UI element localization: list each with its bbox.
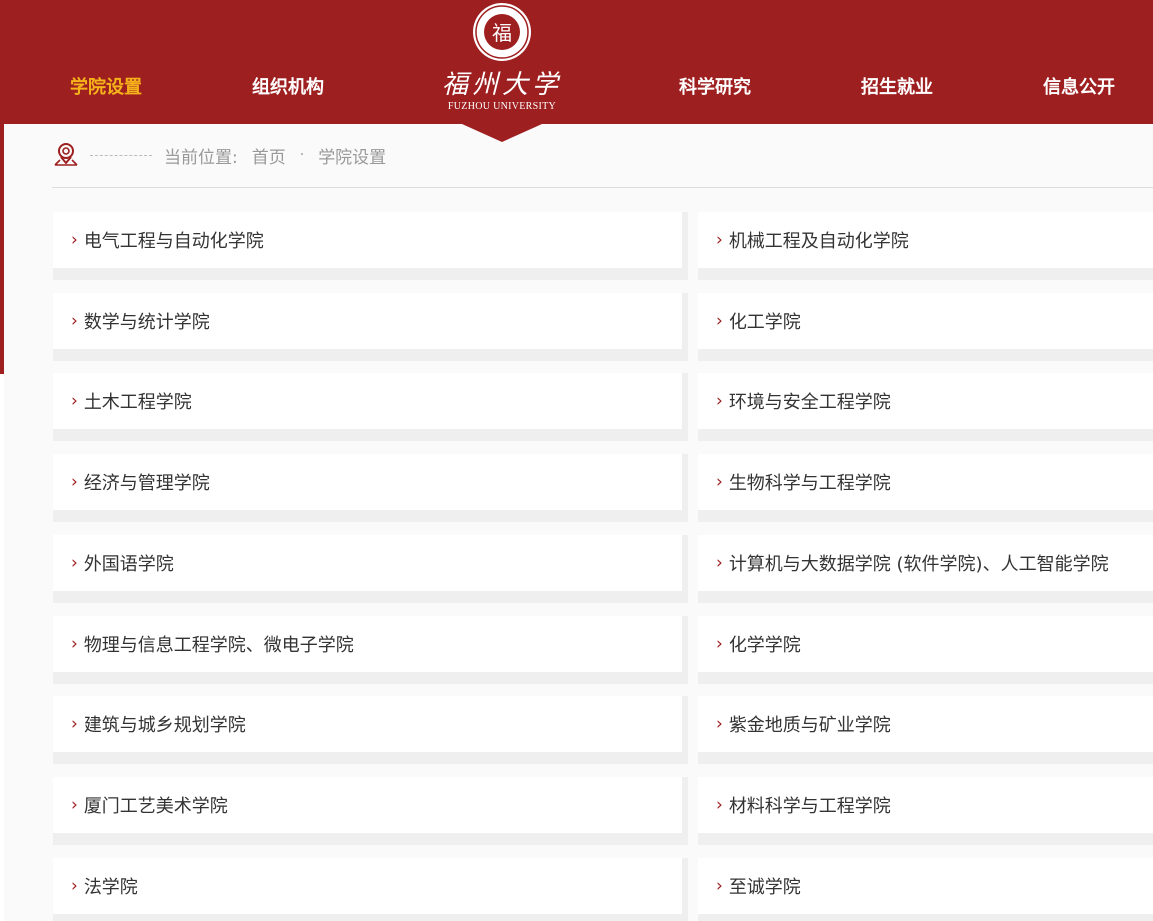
breadcrumb-separator: · [299, 147, 305, 163]
chevron-right-icon: › [716, 634, 723, 654]
college-item[interactable]: › 紫金地质与矿业学院 [698, 696, 1153, 764]
breadcrumb-dash [90, 154, 152, 156]
college-item[interactable]: › 电气工程与自动化学院 [53, 212, 688, 280]
chevron-right-icon: › [716, 230, 723, 250]
nav-item-colleges[interactable]: 学院设置 [70, 73, 142, 99]
chevron-right-icon: › [716, 795, 723, 815]
college-item[interactable]: › 法学院 [53, 858, 688, 921]
college-item[interactable]: › 化学学院 [698, 616, 1153, 684]
college-item[interactable]: › 环境与安全工程学院 [698, 373, 1153, 441]
college-item[interactable]: › 厦门工艺美术学院 [53, 777, 688, 845]
breadcrumb-prefix: 当前位置: [164, 147, 238, 168]
chevron-right-icon: › [71, 311, 78, 331]
chevron-right-icon: › [71, 876, 78, 896]
seal-char: 福 [492, 21, 512, 45]
site-header [0, 0, 1153, 124]
chevron-right-icon: › [71, 714, 78, 734]
chevron-right-icon: › [716, 472, 723, 492]
logo-pointer [462, 124, 542, 142]
location-icon [54, 143, 78, 166]
college-item[interactable]: › 物理与信息工程学院、微电子学院 [53, 616, 688, 684]
chevron-right-icon: › [71, 230, 78, 250]
chevron-right-icon: › [71, 795, 78, 815]
breadcrumb: 当前位置: 首页 · 学院设置 [52, 140, 386, 170]
breadcrumb-divider [52, 187, 1153, 188]
chevron-right-icon: › [71, 391, 78, 411]
college-item[interactable]: › 至诚学院 [698, 858, 1153, 921]
college-item[interactable]: › 机械工程及自动化学院 [698, 212, 1153, 280]
college-item[interactable]: › 经济与管理学院 [53, 454, 688, 522]
seal-icon: 福 [473, 3, 531, 61]
college-item[interactable]: › 计算机与大数据学院 (软件学院)、人工智能学院 [698, 535, 1153, 603]
breadcrumb-home[interactable]: 首页 [252, 143, 286, 168]
college-item[interactable]: › 材料科学与工程学院 [698, 777, 1153, 845]
nav-item-research[interactable]: 科学研究 [679, 73, 751, 99]
nav-item-admissions[interactable]: 招生就业 [861, 73, 933, 99]
college-item[interactable]: › 数学与统计学院 [53, 293, 688, 361]
nav-item-organization[interactable]: 组织机构 [252, 73, 324, 99]
chevron-right-icon: › [716, 311, 723, 331]
college-item[interactable]: › 化工学院 [698, 293, 1153, 361]
college-item[interactable]: › 生物科学与工程学院 [698, 454, 1153, 522]
chevron-right-icon: › [716, 714, 723, 734]
chevron-right-icon: › [71, 472, 78, 492]
nav-item-info[interactable]: 信息公开 [1043, 73, 1115, 99]
chevron-right-icon: › [716, 553, 723, 573]
chevron-right-icon: › [716, 391, 723, 411]
chevron-right-icon: › [71, 553, 78, 573]
university-logo[interactable]: 福 福州大学 FUZHOU UNIVERSITY [436, 0, 568, 124]
breadcrumb-current[interactable]: 学院设置 [318, 143, 386, 168]
logo-en-name: FUZHOU UNIVERSITY [447, 101, 557, 112]
college-item[interactable]: › 外国语学院 [53, 535, 688, 603]
college-item[interactable]: › 土木工程学院 [53, 373, 688, 441]
chevron-right-icon: › [71, 634, 78, 654]
chevron-right-icon: › [716, 876, 723, 896]
logo-cn-name: 福州大学 [441, 70, 562, 100]
college-item[interactable]: › 建筑与城乡规划学院 [53, 696, 688, 764]
